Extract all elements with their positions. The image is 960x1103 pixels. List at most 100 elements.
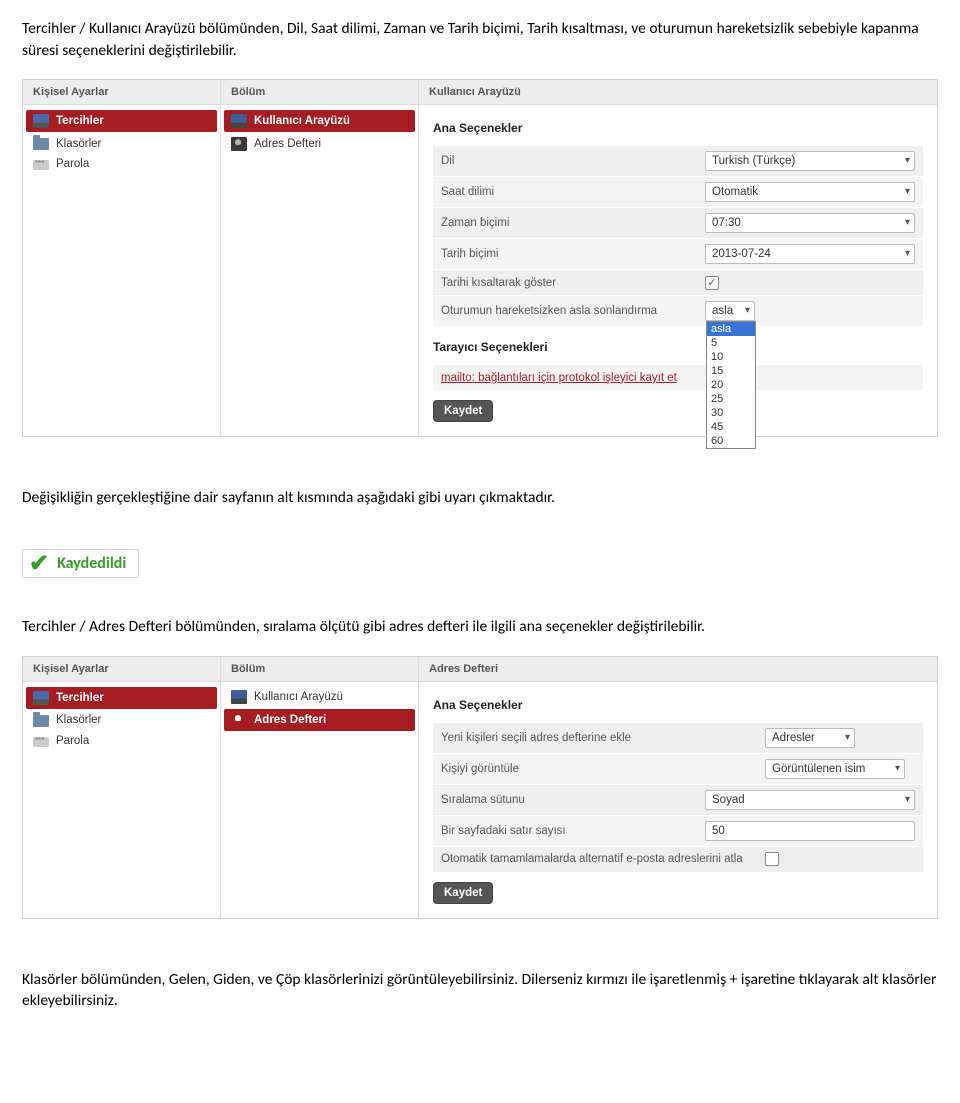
select-display-contact[interactable]: Görüntülenen isim [765,759,905,779]
section-title: Bölüm [221,657,418,682]
row-display-contact: Kişiyi görüntüle Görüntülenen isim [433,753,923,784]
sidebar-item-label: Klasörler [56,138,101,150]
dropdown-options[interactable]: asla 5 10 15 20 25 30 45 60 [706,321,756,449]
sidebar-item-tercihler[interactable]: Tercihler [26,687,217,709]
person-icon [231,137,247,151]
select-idle-logout[interactable]: asla asla 5 10 15 20 25 30 45 60 [705,301,755,321]
document-paragraph-2: Değişikliğin gerçekleştiğine dair sayfan… [22,487,938,509]
sidebar-item-parola[interactable]: Parola [23,154,220,174]
settings-main: Adres Defteri Ana Seçenekler Yeni kişile… [419,657,937,918]
preferences-icon [33,691,49,705]
label-display-contact: Kişiyi görüntüle [441,763,519,775]
row-dateformat: Tarih biçimi 2013-07-24 [433,238,923,269]
save-button[interactable]: Kaydet [433,400,493,422]
sidebar-item-klasorler[interactable]: Klasörler [23,133,220,154]
dropdown-option[interactable]: 30 [707,406,755,420]
dropdown-option[interactable]: 60 [707,434,755,448]
settings-main-title: Adres Defteri [419,657,937,682]
document-paragraph-3: Tercihler / Adres Defteri bölümünden, sı… [22,616,938,638]
key-icon [33,737,49,747]
section-item-label: Kullanıcı Arayüzü [254,115,350,127]
checkbox-skip-alt-email[interactable] [765,852,779,866]
document-paragraph-4: Klasörler bölümünden, Gelen, Giden, ve Ç… [22,969,938,1012]
select-timeformat[interactable]: 07:30 [705,213,915,233]
sidebar-col-section: Bölüm Kullanıcı Arayüzü Adres Defteri [221,80,419,436]
select-dateformat[interactable]: 2013-07-24 [705,244,915,264]
section-item-addressbook[interactable]: Adres Defteri [221,133,418,155]
saved-text: Kaydedildi [57,554,126,573]
folder-icon [33,138,49,150]
dropdown-option[interactable]: 10 [707,350,755,364]
document-paragraph-1: Tercihler / Kullanıcı Arayüzü bölümünden… [22,18,938,61]
dropdown-option[interactable]: 15 [707,364,755,378]
label-timeformat: Zaman biçimi [441,217,509,229]
checkbox-shortdate[interactable] [705,276,719,290]
row-add-to-book: Yeni kişileri seçili adres defterine ekl… [433,722,923,753]
main-options-heading: Ana Seçenekler [433,113,923,145]
person-icon [231,713,247,727]
sidebar-item-tercihler[interactable]: Tercihler [26,110,217,132]
main-options-heading: Ana Seçenekler [433,690,923,722]
settings-panel-addressbook: Kişisel Ayarlar Tercihler Klasörler Paro… [22,656,938,919]
section-item-label: Adres Defteri [254,138,321,150]
select-sort-column[interactable]: Soyad [705,790,915,810]
label-idle-logout: Oturumun hareketsizken asla sonlandırma [441,305,657,317]
input-pagesize[interactable]: 50 [705,821,915,841]
section-item-label: Adres Defteri [254,714,326,726]
section-item-label: Kullanıcı Arayüzü [254,691,343,703]
row-timezone: Saat dilimi Otomatik [433,176,923,207]
sidebar-col-section: Bölüm Kullanıcı Arayüzü Adres Defteri [221,657,419,918]
screen-icon [231,690,247,704]
dropdown-option[interactable]: asla [707,322,755,336]
row-timeformat: Zaman biçimi 07:30 [433,207,923,238]
settings-panel-ui: Kişisel Ayarlar Tercihler Klasörler Paro… [22,79,938,437]
section-item-ui[interactable]: Kullanıcı Arayüzü [221,686,418,708]
row-pagesize: Bir sayfadaki satır sayısı 50 [433,815,923,846]
label-pagesize: Bir sayfadaki satır sayısı [441,825,566,837]
row-sort-column: Sıralama sütunu Soyad [433,784,923,815]
sidebar-title: Kişisel Ayarlar [23,657,220,682]
save-button[interactable]: Kaydet [433,882,493,904]
row-language: Dil Turkish (Türkçe) [433,145,923,176]
label-add-to-book: Yeni kişileri seçili adres defterine ekl… [441,732,631,744]
dropdown-option[interactable]: 5 [707,336,755,350]
screen-icon [231,114,247,128]
saved-confirmation: ✔ Kaydedildi [22,549,139,578]
sidebar-col-personal: Kişisel Ayarlar Tercihler Klasörler Paro… [23,657,221,918]
row-mailto-handler: mailto: bağlantıları için protokol işley… [433,364,923,390]
label-dateformat: Tarih biçimi [441,248,499,260]
section-title: Bölüm [221,80,418,105]
sidebar-item-label: Tercihler [56,692,104,704]
label-skip-alt-email: Otomatik tamamlamalarda alternatif e-pos… [441,853,743,865]
settings-main: Kullanıcı Arayüzü Ana Seçenekler Dil Tur… [419,80,937,436]
select-language[interactable]: Turkish (Türkçe) [705,151,915,171]
sidebar-item-klasorler[interactable]: Klasörler [23,710,220,731]
dropdown-option[interactable]: 25 [707,392,755,406]
label-sort-column: Sıralama sütunu [441,794,525,806]
key-icon [33,160,49,170]
browser-options-heading: Tarayıcı Seçenekleri [433,332,923,364]
dropdown-option[interactable]: 20 [707,378,755,392]
label-shortdate: Tarihi kısaltarak göster [441,277,556,289]
sidebar-item-label: Tercihler [56,115,104,127]
section-item-addressbook[interactable]: Adres Defteri [224,709,415,731]
check-icon: ✔ [29,555,49,573]
row-idle-logout: Oturumun hareketsizken asla sonlandırma … [433,295,923,326]
sidebar-item-label: Parola [56,735,89,747]
label-timezone: Saat dilimi [441,186,494,198]
folder-icon [33,715,49,727]
row-skip-alt-email: Otomatik tamamlamalarda alternatif e-pos… [433,846,923,872]
select-add-to-book[interactable]: Adresler [765,728,855,748]
sidebar-title: Kişisel Ayarlar [23,80,220,105]
preferences-icon [33,114,49,128]
select-timezone[interactable]: Otomatik [705,182,915,202]
sidebar-item-label: Klasörler [56,714,101,726]
section-item-ui[interactable]: Kullanıcı Arayüzü [224,110,415,132]
sidebar-col-personal: Kişisel Ayarlar Tercihler Klasörler Paro… [23,80,221,436]
dropdown-option[interactable]: 45 [707,420,755,434]
label-language: Dil [441,155,454,167]
link-register-mailto[interactable]: mailto: bağlantıları için protokol işley… [441,372,677,384]
sidebar-item-parola[interactable]: Parola [23,731,220,751]
sidebar-item-label: Parola [56,158,89,170]
row-shortdate: Tarihi kısaltarak göster [433,269,923,295]
